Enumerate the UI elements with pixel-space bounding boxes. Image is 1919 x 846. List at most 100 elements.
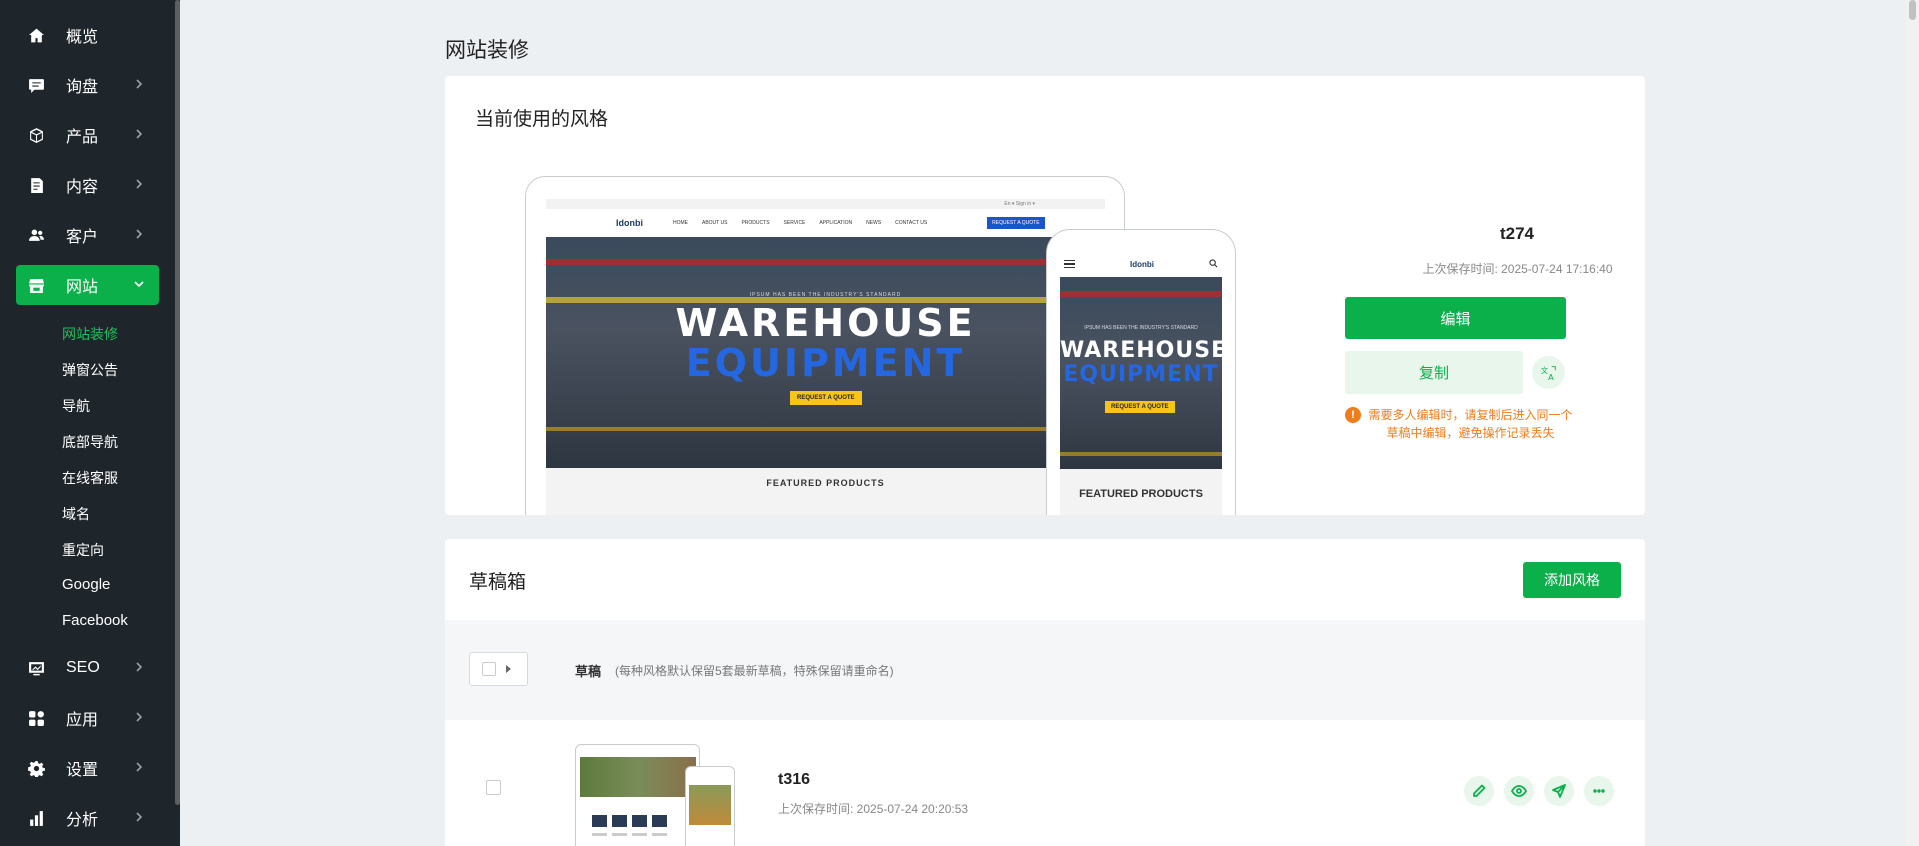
current-style-saved-time: 上次保存时间: 2025-07-24 17:16:40 <box>1422 262 1613 276</box>
mobile-preview: Idonbi IPSUM HAS BEEN THE INDUSTRY'S STA… <box>1046 229 1236 515</box>
preview-logo: Idonbi <box>616 218 643 228</box>
sidebar-scrollbar[interactable] <box>175 0 180 805</box>
sidebar-subitem-google[interactable]: Google <box>62 576 110 593</box>
sidebar-subitem-decoration[interactable]: 网站装修 <box>62 324 118 344</box>
preview-menu-item: NEWS <box>866 220 882 226</box>
chevron-right-icon <box>133 810 149 826</box>
sidebar-item-analytics[interactable]: 分析 <box>16 798 159 838</box>
sidebar-item-label: 分析 <box>66 812 99 829</box>
sidebar-item-customers[interactable]: 客户 <box>16 215 159 255</box>
chevron-down-icon <box>133 277 149 293</box>
add-style-button[interactable]: 添加风格 <box>1523 562 1621 598</box>
sidebar-subitem-domain[interactable]: 域名 <box>62 504 90 524</box>
chevron-right-icon <box>133 760 149 776</box>
sidebar-item-apps[interactable]: 应用 <box>16 698 159 738</box>
page-scrollbar[interactable] <box>1906 0 1919 846</box>
sidebar-item-label: 产品 <box>66 129 99 146</box>
sidebar-item-label: SEO <box>66 659 100 676</box>
draft-thumbnail-desktop <box>575 744 700 846</box>
sidebar-subitem-redirect[interactable]: 重定向 <box>62 540 104 560</box>
publish-draft-button[interactable] <box>1544 776 1574 806</box>
more-icon <box>1593 789 1605 793</box>
svg-text:A: A <box>1548 372 1554 382</box>
translate-icon: 文A <box>1540 366 1556 382</box>
hero-beam <box>1060 291 1222 297</box>
preview-draft-button[interactable] <box>1504 776 1534 806</box>
caret-right-icon[interactable] <box>506 665 511 673</box>
preview-hero-tagline: IPSUM HAS BEEN THE INDUSTRY'S STANDARD <box>749 292 902 298</box>
sidebar-item-label: 内容 <box>66 179 99 196</box>
draft-saved-time: 上次保存时间: 2025-07-24 20:20:53 <box>778 802 969 816</box>
sidebar-item-label: 询盘 <box>66 79 99 96</box>
chart-screen-icon <box>26 658 46 678</box>
more-actions-button[interactable] <box>1584 776 1614 806</box>
sidebar-item-overview[interactable]: 概览 <box>16 15 159 55</box>
eye-icon <box>1511 785 1527 797</box>
bar-chart-icon <box>26 808 46 828</box>
sidebar-item-content[interactable]: 内容 <box>16 165 159 205</box>
copy-button[interactable]: 复制 <box>1345 351 1523 394</box>
message-icon <box>26 75 46 95</box>
sidebar-subitem-navigation[interactable]: 导航 <box>62 396 90 416</box>
page-title: 网站装修 <box>445 39 529 62</box>
preview-menu: HOME ABOUT US PRODUCTS SERVICE APPLICATI… <box>673 220 927 226</box>
select-all-checkbox[interactable] <box>482 662 496 676</box>
edit-draft-button[interactable] <box>1464 776 1494 806</box>
edit-button[interactable]: 编辑 <box>1345 297 1566 339</box>
preview-menu-item: PRODUCTS <box>741 220 770 226</box>
gear-icon <box>26 758 46 778</box>
draft-name: t316 <box>778 771 811 788</box>
pencil-icon <box>1473 784 1486 797</box>
chevron-right-icon <box>133 127 149 143</box>
preview-header: Idonbi HOME ABOUT US PRODUCTS SERVICE AP… <box>546 209 1105 237</box>
sidebar-item-settings[interactable]: 设置 <box>16 748 159 788</box>
sidebar-item-website[interactable]: 网站 <box>16 265 159 305</box>
draft-group-header: 草稿 (每种风格默认保留5套最新草稿，特殊保留请重命名) <box>445 620 1645 720</box>
table-row: t316 上次保存时间: 2025-07-24 20:20:53 <box>445 720 1645 846</box>
draft-thumbnail-mobile <box>685 766 735 846</box>
store-icon <box>26 275 46 295</box>
preview-menu-item: SERVICE <box>783 220 806 226</box>
preview-logo: Idonbi <box>1130 259 1154 269</box>
chevron-right-icon <box>133 227 149 243</box>
preview-top-links: En ▾ Sign in ▾ <box>546 199 1105 209</box>
apps-icon <box>26 708 46 728</box>
document-icon <box>26 175 46 195</box>
hero-beam <box>546 427 1105 431</box>
row-checkbox[interactable] <box>486 780 501 795</box>
users-icon <box>26 225 46 245</box>
sidebar-item-label: 设置 <box>66 762 99 779</box>
sidebar-subitem-live-chat[interactable]: 在线客服 <box>62 468 118 488</box>
sidebar-subitem-footer-nav[interactable]: 底部导航 <box>62 432 118 452</box>
preview-menu-item: APPLICATION <box>819 220 853 226</box>
warning-icon: ! <box>1345 407 1361 423</box>
sidebar-item-products[interactable]: 产品 <box>16 115 159 155</box>
mobile-screen: Idonbi IPSUM HAS BEEN THE INDUSTRY'S STA… <box>1060 252 1222 515</box>
current-style-name: t274 <box>1499 224 1535 243</box>
preview-section-bg <box>546 468 1105 515</box>
drafts-title: 草稿箱 <box>469 572 527 593</box>
draft-group-title: 草稿 <box>575 664 602 679</box>
sidebar-subitem-popup[interactable]: 弹窗公告 <box>62 360 118 380</box>
warning-message: ! 需要多人编辑时，请复制后进入同一个草稿中编辑，避免操作记录丢失 <box>1345 406 1575 442</box>
mobile-header: Idonbi <box>1060 252 1222 276</box>
group-select-toggle[interactable] <box>469 652 528 686</box>
preview-menu-item: CONTACT US <box>895 220 928 226</box>
preview-featured: FEATURED PRODUCTS <box>1079 488 1203 500</box>
translate-button[interactable]: 文A <box>1532 356 1565 389</box>
sidebar-item-inquiries[interactable]: 询盘 <box>16 65 159 105</box>
sidebar-item-seo[interactable]: SEO <box>16 648 159 688</box>
hamburger-icon <box>1064 260 1075 268</box>
chevron-right-icon <box>133 660 149 676</box>
mobile-hero: IPSUM HAS BEEN THE INDUSTRY'S STANDARD W… <box>1060 277 1222 469</box>
thumbnail-product-labels <box>592 833 667 836</box>
preview-menu-item: ABOUT US <box>702 220 728 226</box>
desktop-preview: En ▾ Sign in ▾ Idonbi HOME ABOUT US PROD… <box>525 176 1125 515</box>
current-style-card: 当前使用的风格 En ▾ Sign in ▾ Idonbi HOME ABOUT… <box>445 76 1645 515</box>
sidebar-subitem-facebook[interactable]: Facebook <box>62 612 128 629</box>
hero-beam <box>1060 452 1222 456</box>
send-icon <box>1552 784 1566 798</box>
preview-hero-button: REQUEST A QUOTE <box>790 391 862 405</box>
preview-menu-item: HOME <box>673 220 688 226</box>
page-scrollbar-thumb[interactable] <box>1909 0 1916 20</box>
